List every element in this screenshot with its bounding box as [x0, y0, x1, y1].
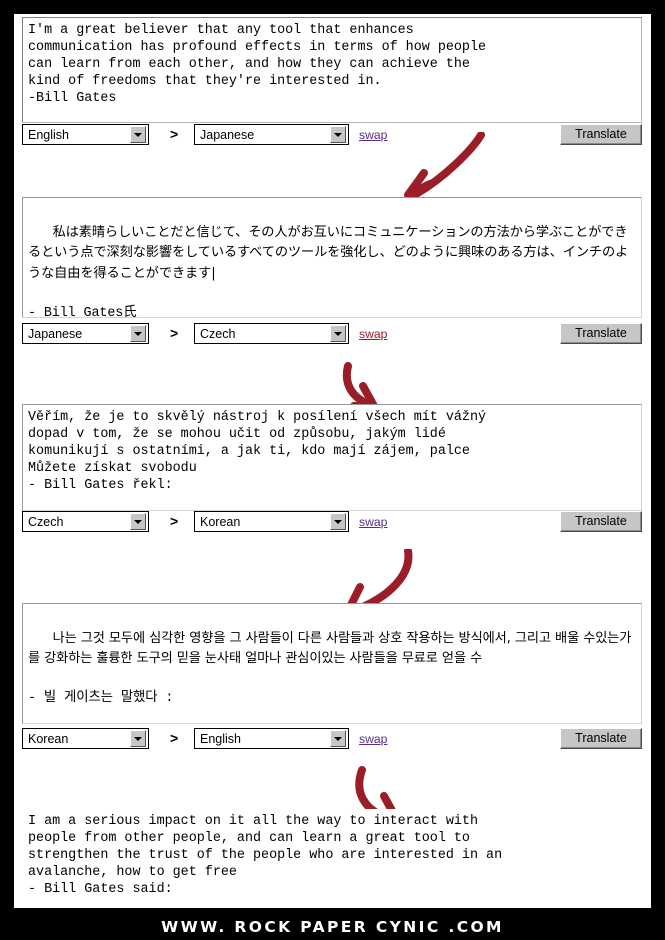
- direction-separator-2: >: [170, 325, 179, 341]
- target-language-select-2[interactable]: Czech: [194, 323, 349, 344]
- direction-separator-1: >: [170, 126, 179, 142]
- korean-text-body: 나는 그것 모두에 심각한 영향을 그 사람들이 다른 사람들과 상호 작용하는…: [28, 630, 632, 667]
- chevron-down-icon[interactable]: [130, 513, 146, 530]
- swap-link-2[interactable]: swap: [359, 324, 387, 344]
- target-language-select-1[interactable]: Japanese: [194, 124, 349, 145]
- chevron-down-icon[interactable]: [130, 730, 146, 747]
- source-language-select-4[interactable]: Korean: [22, 728, 149, 749]
- japanese-text-body: 私は素晴らしいことだと信じて、その人がお互いにコミュニケーションの方法から学ぶこ…: [28, 224, 629, 281]
- translate-button-1[interactable]: Translate: [560, 124, 642, 145]
- swap-link-4[interactable]: swap: [359, 729, 387, 749]
- target-language-value-1: Japanese: [200, 127, 255, 142]
- source-language-select-3[interactable]: Czech: [22, 511, 149, 532]
- source-language-select-2[interactable]: Japanese: [22, 323, 149, 344]
- translate-button-3[interactable]: Translate: [560, 511, 642, 532]
- target-language-select-4[interactable]: English: [194, 728, 349, 749]
- language-controls-row-3: Czech > Korean swap Translate: [22, 511, 642, 533]
- target-language-value-4: English: [200, 731, 241, 746]
- translate-button-4[interactable]: Translate: [560, 728, 642, 749]
- comic-frame: I'm a great believer that any tool that …: [0, 0, 665, 940]
- language-controls-row-1: English > Japanese swap Translate: [22, 124, 642, 146]
- chevron-down-icon[interactable]: [130, 325, 146, 342]
- chevron-down-icon[interactable]: [330, 325, 346, 342]
- czech-text-area[interactable]: Věřím, že je to skvělý nástroj k posílen…: [22, 404, 642, 511]
- target-language-value-3: Korean: [200, 514, 241, 529]
- source-language-value-4: Korean: [28, 731, 69, 746]
- source-text-area[interactable]: I'm a great believer that any tool that …: [22, 17, 642, 123]
- chevron-down-icon[interactable]: [330, 730, 346, 747]
- site-watermark: WWW. ROCK PAPER CYNIC .COM: [161, 918, 504, 936]
- translation-page: I'm a great believer that any tool that …: [14, 14, 651, 908]
- source-language-value-2: Japanese: [28, 326, 83, 341]
- source-language-select-1[interactable]: English: [22, 124, 149, 145]
- japanese-text-attribution: - Bill Gates氏: [28, 305, 137, 318]
- target-language-value-2: Czech: [200, 326, 236, 341]
- source-language-value-3: Czech: [28, 514, 64, 529]
- source-language-value-1: English: [28, 127, 69, 142]
- direction-separator-4: >: [170, 730, 179, 746]
- chevron-down-icon[interactable]: [330, 513, 346, 530]
- japanese-text-area[interactable]: 私は素晴らしいことだと信じて、その人がお互いにコミュニケーションの方法から学ぶこ…: [22, 197, 642, 318]
- direction-separator-3: >: [170, 513, 179, 529]
- translate-button-2[interactable]: Translate: [560, 323, 642, 344]
- chevron-down-icon[interactable]: [330, 126, 346, 143]
- chevron-down-icon[interactable]: [130, 126, 146, 143]
- final-english-text-area[interactable]: I am a serious impact on it all the way …: [22, 809, 642, 905]
- swap-link-1[interactable]: swap: [359, 125, 387, 145]
- language-controls-row-2: Japanese > Czech swap Translate: [22, 323, 642, 345]
- korean-text-attribution: - 빌 게이츠는 말했다 :: [28, 691, 174, 706]
- swap-link-3[interactable]: swap: [359, 512, 387, 532]
- korean-text-area[interactable]: 나는 그것 모두에 심각한 영향을 그 사람들이 다른 사람들과 상호 작용하는…: [22, 603, 642, 724]
- target-language-select-3[interactable]: Korean: [194, 511, 349, 532]
- language-controls-row-4: Korean > English swap Translate: [22, 728, 642, 750]
